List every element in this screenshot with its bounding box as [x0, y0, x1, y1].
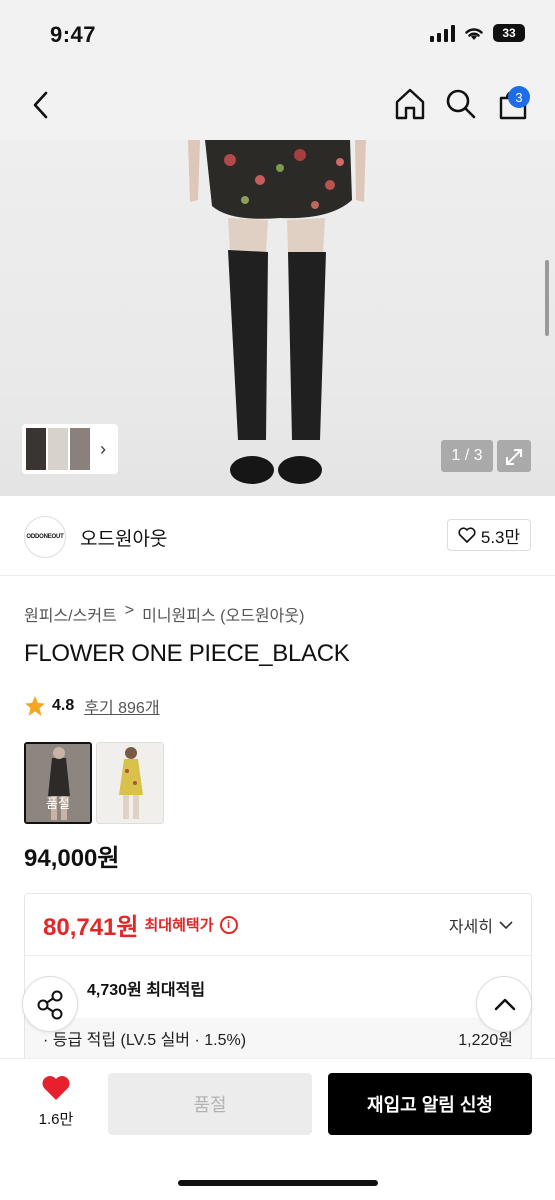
expand-icon[interactable]	[497, 440, 531, 472]
product-like-count: 1.6만	[38, 1111, 74, 1128]
gallery-pager: 1 / 3	[441, 440, 493, 472]
max-benefit-price: 80,741원	[43, 914, 139, 941]
option-yellow[interactable]	[96, 742, 164, 824]
thumbnail-3[interactable]	[70, 428, 90, 470]
brand-like-count: 5.3만	[480, 527, 521, 547]
product-price: 94,000원	[24, 845, 120, 872]
share-icon	[37, 990, 63, 1020]
breadcrumb: 원피스/스커트 > 미니원피스 (오드원아웃)	[24, 602, 304, 626]
brand-name[interactable]: 오드원아웃	[80, 524, 167, 551]
option-yellow-thumbnail	[97, 743, 163, 823]
color-options: 품절	[24, 742, 164, 824]
home-indicator	[178, 1180, 378, 1186]
brand-like-button[interactable]: 5.3만	[447, 519, 531, 551]
chevron-right-icon: ›	[100, 438, 106, 459]
cart-badge: 3	[508, 86, 530, 108]
option-black[interactable]: 품절	[24, 742, 92, 824]
max-points: 4,730원 최대적립	[87, 982, 206, 999]
benefit-detail-toggle[interactable]: 자세히	[449, 913, 513, 937]
grade-points-row: · 등급 적립 (LV.5 실버 · 1.5%) 1,220원	[25, 1018, 531, 1058]
search-icon[interactable]	[444, 86, 478, 122]
product-like-button[interactable]: 1.6만	[28, 1075, 84, 1129]
battery-icon: 33	[493, 24, 525, 42]
status-time: 9:47	[50, 22, 97, 47]
scroll-top-button[interactable]	[476, 976, 532, 1032]
product-rating: 4.8 후기 896개	[24, 694, 160, 718]
status-icons: 33	[430, 24, 525, 42]
restock-alert-button[interactable]: 재입고 알림 신청	[328, 1073, 532, 1135]
soldout-button[interactable]: 품절	[108, 1073, 312, 1135]
benefit-header: 80,741원 최대혜택가 i 자세히	[25, 894, 531, 956]
chevron-up-icon	[494, 998, 516, 1011]
max-benefit-label: 최대혜택가	[144, 917, 214, 934]
gallery-thumbnails[interactable]: ›	[22, 424, 118, 474]
brand-row: ODDONEOUT 오드원아웃 5.3만	[0, 496, 555, 576]
share-button[interactable]	[22, 976, 78, 1032]
product-title: FLOWER ONE PIECE_BLACK	[24, 640, 350, 667]
heart-filled-icon	[42, 1076, 70, 1100]
signal-icon	[430, 24, 455, 42]
wifi-icon	[465, 28, 483, 40]
chevron-down-icon	[499, 920, 513, 929]
breadcrumb-separator: >	[124, 602, 135, 619]
option-black-thumbnail	[26, 744, 90, 822]
info-icon[interactable]: i	[219, 915, 238, 934]
option-soldout-label: 품절	[46, 796, 70, 811]
home-icon[interactable]	[393, 86, 427, 122]
benefit-box: 80,741원 최대혜택가 i 자세히 4,730원 최대적립 · 등급 적립 …	[24, 893, 532, 1073]
back-icon[interactable]	[26, 88, 56, 122]
breadcrumb-category[interactable]: 원피스/스커트	[24, 602, 117, 626]
detail-label: 자세히	[448, 918, 493, 936]
thumbnail-2[interactable]	[48, 428, 68, 470]
rating-score: 4.8	[52, 697, 75, 714]
breadcrumb-subcategory[interactable]: 미니원피스 (오드원아웃)	[142, 602, 304, 626]
bottom-action-bar: 1.6만 품절 재입고 알림 신청	[0, 1058, 555, 1200]
brand-logo[interactable]: ODDONEOUT	[24, 516, 66, 558]
heart-outline-icon	[458, 527, 476, 543]
star-icon	[25, 696, 45, 716]
thumbnail-1[interactable]	[26, 428, 46, 470]
status-bar: 9:47 33	[0, 0, 555, 70]
scroll-indicator	[545, 260, 549, 336]
review-link[interactable]: 후기 896개	[84, 694, 159, 718]
top-nav	[0, 70, 555, 140]
